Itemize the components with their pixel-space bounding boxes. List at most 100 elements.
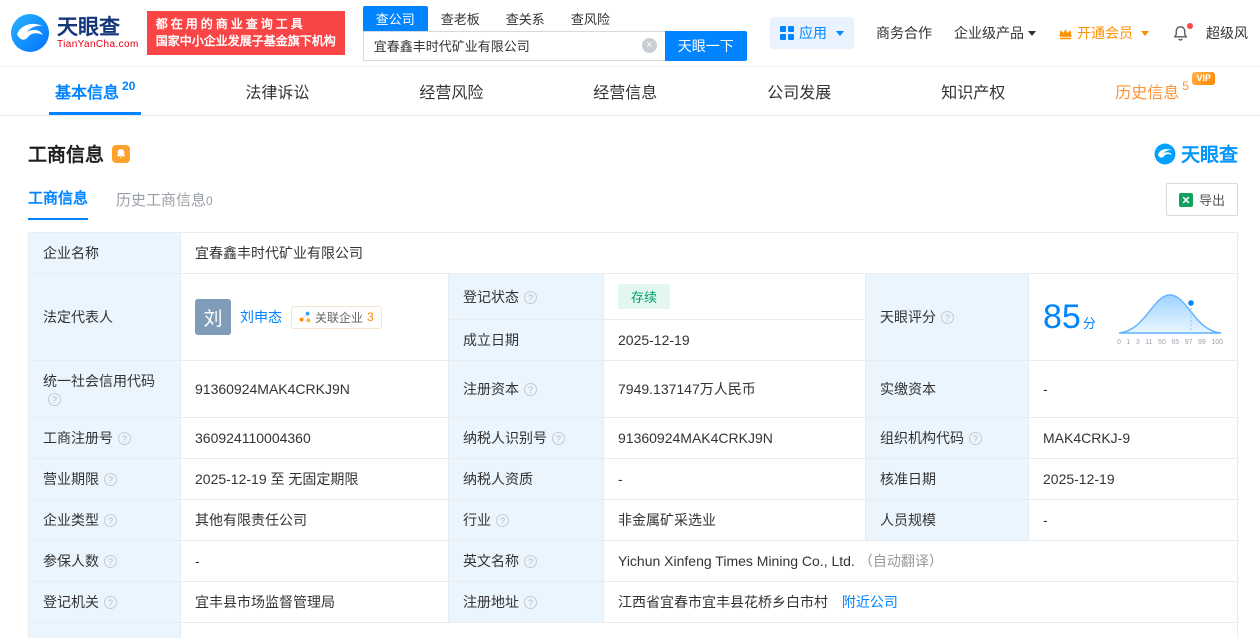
link-enterprise-products[interactable]: 企业级产品 — [954, 23, 1036, 43]
monitor-bell-icon[interactable] — [112, 144, 131, 163]
table-row: 统一社会信用代码 91360924MAK4CRKJ9N 注册资本 7949.13… — [28, 360, 1238, 418]
help-icon[interactable] — [552, 432, 565, 445]
enterprise-products-label: 企业级产品 — [954, 25, 1024, 41]
section-title: 工商信息 — [28, 145, 105, 166]
label-reg-status: 登记状态 — [448, 273, 604, 320]
promo-line1: 都在用的商业查询工具 — [155, 17, 306, 31]
score-axis: 013 11 50 65 97 99 100 — [1117, 338, 1223, 346]
subtab-history-business-info[interactable]: 历史工商信息0 — [116, 189, 213, 220]
notification-bell-icon[interactable] — [1171, 22, 1193, 43]
help-icon[interactable] — [941, 311, 954, 324]
open-vip-link[interactable]: 开通会员 — [1058, 23, 1149, 43]
link-business-cooperation[interactable]: 商务合作 — [876, 23, 932, 43]
label-staff-size: 人员规模 — [865, 499, 1029, 541]
tab-label: 经营风险 — [419, 85, 484, 102]
value-reg-authority: 宜丰县市场监督管理局 — [180, 581, 449, 623]
table-row: 法定代表人 刘 刘申态 关联企业 3 登记状态? 存续 天眼评分? 85 分 0… — [28, 273, 1238, 361]
value-industry: 非金属矿采选业 — [603, 499, 866, 541]
value-business-scope: 一般项目：非金属矿及制品销售，金属矿石销售（除依法须经批准的项目外，凭营业执照依… — [180, 622, 1238, 638]
value-staff-size: - — [1028, 499, 1238, 541]
related-companies-badge[interactable]: 关联企业 3 — [291, 305, 382, 329]
watermark-logo-icon — [1154, 143, 1176, 164]
grid-icon — [780, 26, 794, 40]
tianyancha-logo-icon — [11, 14, 49, 52]
help-icon[interactable] — [104, 555, 117, 568]
top-right-menu: 应用 商务合作 企业级产品 开通会员 超级风 — [770, 17, 1248, 49]
search-tabs: 查公司 查老板 查关系 查风险 — [362, 5, 747, 31]
tab-basic-info[interactable]: 基本信息 20 — [49, 67, 141, 115]
tab-history-info[interactable]: 历史信息 5 VIP — [1109, 67, 1215, 115]
help-icon[interactable] — [524, 290, 537, 304]
watermark-text: 天眼查 — [1180, 145, 1238, 166]
nearby-companies-link[interactable]: 附近公司 — [842, 594, 898, 610]
search-tab-relation[interactable]: 查关系 — [493, 6, 558, 31]
value-paid-capital: - — [1028, 360, 1238, 418]
subtab-business-info[interactable]: 工商信息 — [28, 187, 89, 220]
tab-company-development[interactable]: 公司发展 — [761, 67, 837, 115]
value-reg-number: 360924110004360 — [180, 417, 449, 459]
value-taxpayer-id: 91360924MAK4CRKJ9N — [603, 417, 866, 459]
help-icon[interactable] — [524, 383, 537, 396]
legal-rep-name-link[interactable]: 刘申态 — [240, 307, 282, 327]
search-input[interactable] — [363, 38, 665, 53]
tab-legal-litigation[interactable]: 法律诉讼 — [239, 67, 315, 115]
help-icon[interactable] — [104, 473, 117, 486]
search-tab-boss[interactable]: 查老板 — [428, 6, 493, 31]
help-icon[interactable] — [496, 514, 509, 527]
help-icon[interactable] — [524, 555, 537, 568]
subtabs-row: 工商信息 历史工商信息0 导出 — [28, 183, 1238, 220]
export-button[interactable]: 导出 — [1165, 183, 1238, 216]
label-score: 天眼评分 — [865, 273, 1029, 361]
link-super-risk[interactable]: 超级风 — [1206, 23, 1248, 43]
label-reg-authority: 登记机关 — [28, 581, 181, 623]
tab-label: 公司发展 — [767, 85, 832, 102]
label-reg-capital: 注册资本 — [448, 360, 604, 418]
help-icon[interactable] — [48, 393, 61, 406]
apps-label: 应用 — [799, 25, 827, 41]
tab-operating-risk[interactable]: 经营风险 — [413, 67, 489, 115]
value-credit-code: 91360924MAK4CRKJ9N — [180, 360, 449, 418]
business-info-table: 企业名称 宜春鑫丰时代矿业有限公司 法定代表人 刘 刘申态 关联企业 3 登记状… — [28, 232, 1238, 638]
value-company-type: 其他有限责任公司 — [180, 499, 449, 541]
label-business-term: 营业期限 — [28, 458, 181, 500]
score-marker-dot — [1186, 298, 1195, 307]
label-english-name: 英文名称 — [448, 540, 604, 582]
tab-intellectual-property[interactable]: 知识产权 — [935, 67, 1011, 115]
label-insured-count: 参保人数 — [28, 540, 181, 582]
table-row: 企业类型 其他有限责任公司 行业 非金属矿采选业 人员规模 - — [28, 499, 1238, 541]
tab-label: 基本信息 — [54, 85, 119, 102]
excel-icon — [1178, 192, 1193, 207]
value-insured-count: - — [180, 540, 449, 582]
vip-badge: VIP — [1192, 72, 1215, 85]
tab-business-info[interactable]: 经营信息 — [587, 67, 663, 115]
search-button[interactable]: 天眼一下 — [664, 30, 747, 61]
auto-translate-note: （自动翻译） — [858, 553, 943, 569]
value-org-code: MAK4CRKJ-9 — [1028, 417, 1238, 459]
tab-count: 20 — [122, 79, 136, 93]
subtab-count: 0 — [206, 194, 213, 208]
tianyan-score: 85 分 — [1043, 297, 1096, 336]
clear-icon[interactable] — [641, 38, 657, 53]
help-icon[interactable] — [104, 514, 117, 527]
label-industry: 行业 — [448, 499, 604, 541]
tab-count: 5 — [1182, 79, 1189, 93]
legal-rep-avatar[interactable]: 刘 — [195, 299, 231, 335]
table-row: 营业期限 2025-12-19 至 无固定期限 纳税人资质 - 核准日期 202… — [28, 458, 1238, 500]
label-taxpayer-quality: 纳税人资质 — [448, 458, 604, 500]
main-nav: 基本信息 20 法律诉讼 经营风险 经营信息 公司发展 知识产权 历史信息 5 … — [0, 66, 1260, 116]
tianyancha-logo[interactable]: 天眼查 TianYanCha.com — [10, 13, 139, 53]
search-tab-risk[interactable]: 查风险 — [558, 6, 623, 31]
apps-button[interactable]: 应用 — [770, 17, 854, 49]
value-reg-status: 存续 — [603, 273, 866, 320]
label-approval-date: 核准日期 — [865, 458, 1029, 500]
tab-label: 知识产权 — [941, 85, 1006, 102]
help-icon[interactable] — [524, 596, 537, 609]
label-taxpayer-id: 纳税人识别号 — [448, 417, 604, 459]
help-icon[interactable] — [969, 432, 982, 445]
help-icon[interactable] — [104, 596, 117, 609]
help-icon[interactable] — [118, 432, 131, 445]
promo-badge: 都在用的商业查询工具 国家中小企业发展子基金旗下机构 — [146, 11, 345, 55]
related-companies-count: 3 — [367, 310, 374, 324]
search-tab-company[interactable]: 查公司 — [362, 5, 428, 31]
table-row: 登记机关 宜丰县市场监督管理局 注册地址 江西省宜春市宜丰县花桥乡白市村 附近公… — [28, 581, 1238, 623]
